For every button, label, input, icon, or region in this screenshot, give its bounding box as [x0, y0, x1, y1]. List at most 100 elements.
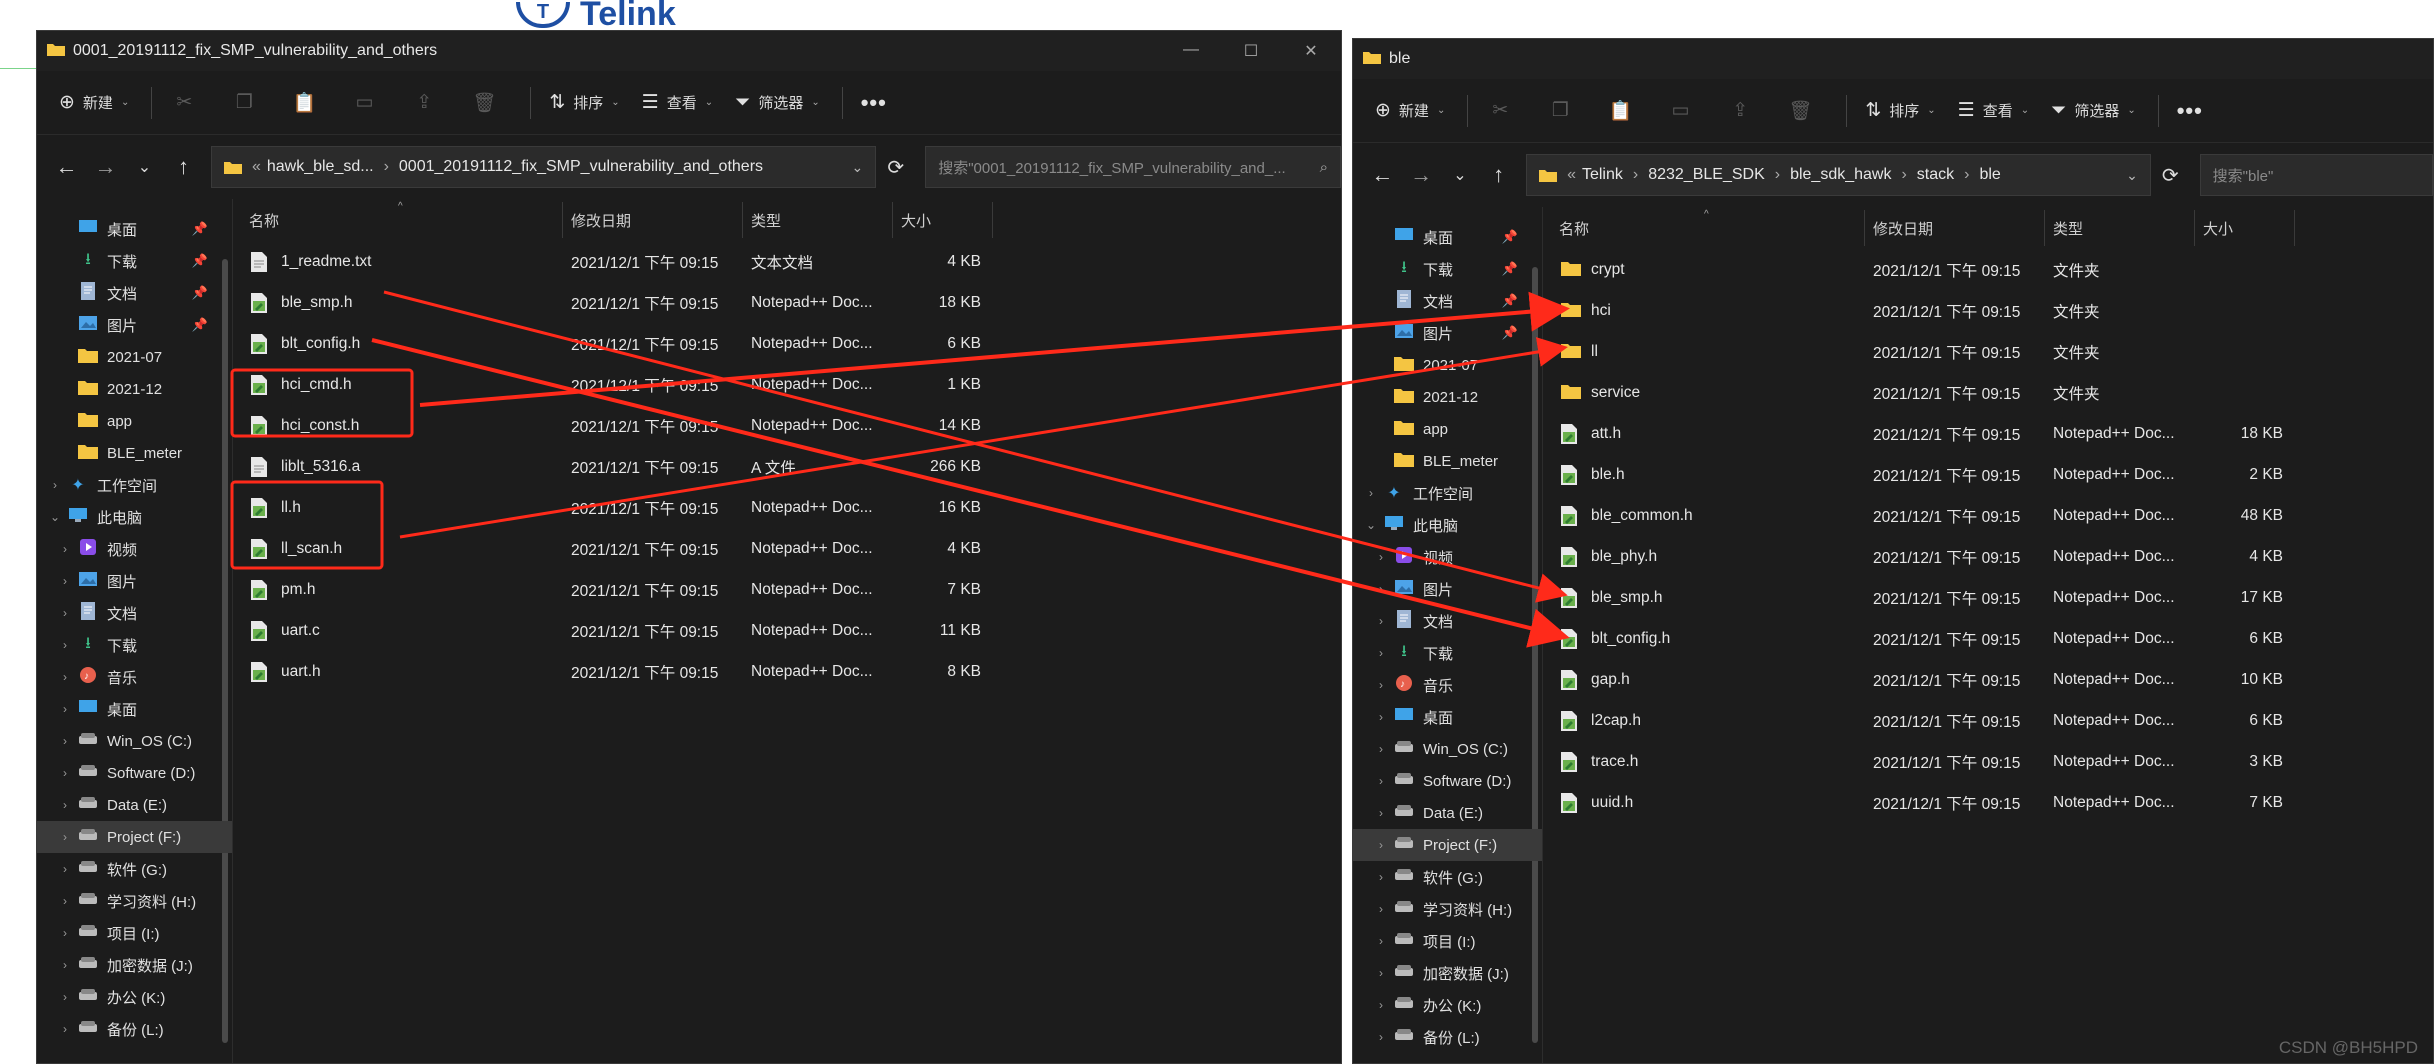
view-button[interactable]: ☰ 查看 ⌄: [1958, 99, 2029, 122]
expand-chevron-icon[interactable]: ›: [55, 702, 75, 716]
nav-item[interactable]: › 项目 (I:): [1353, 925, 1542, 957]
breadcrumb-item[interactable]: 8232_BLE_SDK: [1648, 166, 1765, 183]
nav-item[interactable]: › Project (F:): [37, 821, 232, 853]
expand-chevron-icon[interactable]: ⌄: [45, 510, 65, 524]
nav-item[interactable]: › Project (F:): [1353, 829, 1542, 861]
nav-item[interactable]: › 加密数据 (J:): [37, 949, 232, 981]
recent-chevron-icon[interactable]: ⌄: [125, 157, 164, 177]
nav-item[interactable]: › 办公 (K:): [1353, 989, 1542, 1021]
file-row[interactable]: ble.h 2021/12/1 下午 09:15 Notepad++ Doc... 2…: [1543, 454, 2433, 495]
refresh-icon[interactable]: ⟳: [2151, 163, 2190, 188]
paste-icon[interactable]: 📋: [1606, 99, 1634, 123]
breadcrumb-item[interactable]: Telink: [1582, 166, 1623, 183]
rename-icon[interactable]: ▭: [350, 91, 378, 114]
sort-button[interactable]: ⇅ 排序 ⌄: [1865, 99, 1935, 122]
nav-item[interactable]: › Win_OS (C:): [37, 725, 232, 757]
file-row[interactable]: ble_smp.h 2021/12/1 下午 09:15 Notepad++ Doc…: [1543, 577, 2433, 618]
expand-chevron-icon[interactable]: ›: [1371, 966, 1391, 980]
filter-button[interactable]: ⏷ 筛选器 ⌄: [2051, 100, 2136, 122]
more-options-icon[interactable]: •••: [861, 90, 887, 116]
expand-chevron-icon[interactable]: ›: [55, 670, 75, 684]
expand-chevron-icon[interactable]: ›: [55, 574, 75, 588]
expand-chevron-icon[interactable]: ›: [1371, 582, 1391, 596]
expand-chevron-icon[interactable]: ›: [1371, 742, 1391, 756]
column-header-3[interactable]: 大小: [893, 202, 993, 238]
nav-item[interactable]: › Data (E:): [1353, 797, 1542, 829]
file-row[interactable]: liblt_5316.a 2021/12/1 下午 09:15 A 文件 266 KB: [233, 446, 1341, 487]
file-row[interactable]: l2cap.h 2021/12/1 下午 09:15 Notepad++ Doc..…: [1543, 700, 2433, 741]
expand-chevron-icon[interactable]: ›: [55, 990, 75, 1004]
file-row[interactable]: pm.h 2021/12/1 下午 09:15 Notepad++ Doc... 7 …: [233, 569, 1341, 610]
column-header-3[interactable]: 大小: [2195, 210, 2295, 246]
expand-chevron-icon[interactable]: ›: [1371, 1030, 1391, 1044]
nav-item[interactable]: › 桌面: [37, 693, 232, 725]
breadcrumb-item[interactable]: 0001_20191112_fix_SMP_vulnerability_and_…: [399, 158, 763, 175]
file-row[interactable]: ble_smp.h 2021/12/1 下午 09:15 Notepad++ Doc…: [233, 282, 1341, 323]
expand-chevron-icon[interactable]: ›: [55, 894, 75, 908]
nav-item[interactable]: 桌面 📌: [37, 213, 232, 245]
nav-item[interactable]: › Data (E:): [37, 789, 232, 821]
file-row[interactable]: hci_cmd.h 2021/12/1 下午 09:15 Notepad++ Doc…: [233, 364, 1341, 405]
expand-chevron-icon[interactable]: ›: [1371, 998, 1391, 1012]
breadcrumb-item[interactable]: ble: [1979, 166, 2000, 183]
nav-item[interactable]: 桌面 📌: [1353, 221, 1542, 253]
nav-item[interactable]: app: [37, 405, 232, 437]
nav-item[interactable]: › Win_OS (C:): [1353, 733, 1542, 765]
file-row[interactable]: uuid.h 2021/12/1 下午 09:15 Notepad++ Doc...…: [1543, 782, 2433, 823]
copy-icon[interactable]: ❐: [1546, 99, 1574, 122]
copy-icon[interactable]: ❐: [230, 91, 258, 114]
expand-chevron-icon[interactable]: ›: [1371, 646, 1391, 660]
breadcrumb-chevron-icon[interactable]: ›: [1901, 166, 1906, 183]
back-arrow-icon[interactable]: ←: [1363, 162, 1402, 188]
expand-chevron-icon[interactable]: ›: [55, 862, 75, 876]
address-bar[interactable]: « Telink › 8232_BLE_SDK › ble_sdk_hawk › stack…: [1526, 154, 2151, 196]
expand-chevron-icon[interactable]: ›: [55, 542, 75, 556]
nav-item[interactable]: › 视频: [37, 533, 232, 565]
nav-item[interactable]: › Software (D:): [1353, 765, 1542, 797]
expand-chevron-icon[interactable]: ›: [1371, 806, 1391, 820]
expand-chevron-icon[interactable]: ›: [55, 606, 75, 620]
file-row[interactable]: ll 2021/12/1 下午 09:15 文件夹: [1543, 331, 2433, 372]
expand-chevron-icon[interactable]: ›: [55, 734, 75, 748]
breadcrumb-item[interactable]: hawk_ble_sd...: [267, 158, 374, 175]
nav-item[interactable]: 图片 📌: [37, 309, 232, 341]
nav-item[interactable]: › ⭳ 下载: [37, 629, 232, 661]
nav-item[interactable]: 文档 📌: [37, 277, 232, 309]
expand-chevron-icon[interactable]: ›: [1371, 934, 1391, 948]
nav-item[interactable]: › 软件 (G:): [1353, 861, 1542, 893]
cut-icon[interactable]: ✂: [1486, 99, 1514, 122]
rename-icon[interactable]: ▭: [1666, 99, 1694, 122]
nav-item[interactable]: › 备份 (L:): [37, 1013, 232, 1045]
breadcrumb-chevron-icon[interactable]: ›: [1775, 166, 1780, 183]
paste-icon[interactable]: 📋: [290, 91, 318, 115]
file-row[interactable]: att.h 2021/12/1 下午 09:15 Notepad++ Doc... 1…: [1543, 413, 2433, 454]
breadcrumb-item[interactable]: ble_sdk_hawk: [1790, 166, 1891, 183]
nav-item[interactable]: › 视频: [1353, 541, 1542, 573]
delete-icon[interactable]: 🗑: [470, 91, 498, 115]
column-header-2[interactable]: 类型: [2045, 210, 2195, 246]
expand-chevron-icon[interactable]: ›: [55, 638, 75, 652]
file-row[interactable]: ble_phy.h 2021/12/1 下午 09:15 Notepad++ Doc…: [1543, 536, 2433, 577]
nav-item[interactable]: › 软件 (G:): [37, 853, 232, 885]
expand-chevron-icon[interactable]: ›: [1371, 838, 1391, 852]
nav-item[interactable]: › ✦ 工作空间: [37, 469, 232, 501]
nav-item[interactable]: › 文档: [37, 597, 232, 629]
nav-item[interactable]: 图片 📌: [1353, 317, 1542, 349]
breadcrumb-chevron-icon[interactable]: ›: [1964, 166, 1969, 183]
file-row[interactable]: trace.h 2021/12/1 下午 09:15 Notepad++ Doc..…: [1543, 741, 2433, 782]
close-button[interactable]: ✕: [1281, 41, 1341, 61]
nav-item[interactable]: app: [1353, 413, 1542, 445]
expand-chevron-icon[interactable]: ›: [45, 478, 65, 492]
file-row[interactable]: ll_scan.h 2021/12/1 下午 09:15 Notepad++ Doc…: [233, 528, 1341, 569]
expand-chevron-icon[interactable]: ›: [1371, 710, 1391, 724]
nav-item[interactable]: ⭳ 下载 📌: [37, 245, 232, 277]
file-row[interactable]: ll.h 2021/12/1 下午 09:15 Notepad++ Doc... 16…: [233, 487, 1341, 528]
expand-chevron-icon[interactable]: ›: [1371, 870, 1391, 884]
up-arrow-icon[interactable]: ↑: [1479, 162, 1518, 188]
expand-chevron-icon[interactable]: ›: [55, 766, 75, 780]
nav-item[interactable]: › ♪ 音乐: [1353, 669, 1542, 701]
file-row[interactable]: blt_config.h 2021/12/1 下午 09:15 Notepad++ …: [1543, 618, 2433, 659]
file-row[interactable]: blt_config.h 2021/12/1 下午 09:15 Notepad++ …: [233, 323, 1341, 364]
overflow-chevron-icon[interactable]: «: [1567, 166, 1576, 184]
address-bar[interactable]: « hawk_ble_sd... › 0001_20191112_fix_SMP_v…: [210, 146, 877, 188]
